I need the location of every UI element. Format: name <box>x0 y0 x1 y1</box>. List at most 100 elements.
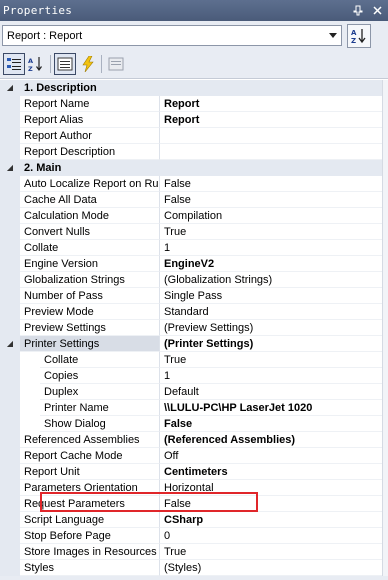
property-value[interactable]: Horizontal <box>160 480 382 496</box>
property-value[interactable]: Single Pass <box>160 288 382 304</box>
scrollbar-track[interactable] <box>382 80 388 580</box>
toolbar-separator <box>101 55 102 73</box>
property-row-printer-settings[interactable]: ◢ Printer Settings (Printer Settings) <box>0 336 382 352</box>
property-name: Referenced Assemblies <box>20 432 160 448</box>
property-row[interactable]: Referenced Assemblies (Referenced Assembl… <box>0 432 382 448</box>
property-name: Report Unit <box>20 464 160 480</box>
property-name: Request Parameters <box>20 496 160 512</box>
property-value[interactable]: (Printer Settings) <box>160 336 382 352</box>
property-value[interactable]: False <box>160 416 382 432</box>
property-name: Copies <box>40 368 160 384</box>
property-value[interactable]: EngineV2 <box>160 256 382 272</box>
property-row[interactable]: Stop Before Page 0 <box>0 528 382 544</box>
property-value[interactable]: 0 <box>160 528 382 544</box>
chevron-down-icon[interactable] <box>325 33 341 38</box>
property-name: Printer Settings <box>20 336 160 352</box>
property-row[interactable]: Report Name Report <box>0 96 382 112</box>
collapse-triangle-icon[interactable]: ◢ <box>0 80 20 96</box>
property-value[interactable]: Standard <box>160 304 382 320</box>
property-value[interactable]: CSharp <box>160 512 382 528</box>
property-name: Script Language <box>20 512 160 528</box>
property-pages-button[interactable] <box>105 53 127 75</box>
property-row[interactable]: Collate True <box>0 352 382 368</box>
categorized-icon <box>7 58 21 70</box>
property-row[interactable]: Preview Mode Standard <box>0 304 382 320</box>
property-row[interactable]: Report Unit Centimeters <box>0 464 382 480</box>
property-value[interactable]: 1 <box>160 368 382 384</box>
property-name: Show Dialog <box>40 416 160 432</box>
property-value[interactable]: False <box>160 176 382 192</box>
property-row[interactable]: Cache All Data False <box>0 192 382 208</box>
property-row[interactable]: Convert Nulls True <box>0 224 382 240</box>
property-name: Convert Nulls <box>20 224 160 240</box>
property-row[interactable]: Request Parameters False <box>0 496 382 512</box>
property-value[interactable]: True <box>160 352 382 368</box>
alphabetical-button[interactable]: A Z <box>25 53 47 75</box>
property-value[interactable]: False <box>160 496 382 512</box>
property-value[interactable]: Default <box>160 384 382 400</box>
property-row[interactable]: Report Cache Mode Off <box>0 448 382 464</box>
property-name: Engine Version <box>20 256 160 272</box>
properties-toolbar: A Z <box>0 50 388 79</box>
property-row[interactable]: Report Author <box>0 128 382 144</box>
sort-az-button[interactable]: A Z <box>347 24 371 48</box>
property-value[interactable]: 1 <box>160 240 382 256</box>
property-value[interactable]: (Preview Settings) <box>160 320 382 336</box>
property-value[interactable]: Report <box>160 112 382 128</box>
property-value[interactable]: Centimeters <box>160 464 382 480</box>
property-row[interactable]: Globalization Strings (Globalization Stri… <box>0 272 382 288</box>
property-name: Parameters Orientation <box>20 480 160 496</box>
property-row[interactable]: Collate 1 <box>0 240 382 256</box>
property-row[interactable]: Auto Localize Report on Run False <box>0 176 382 192</box>
collapse-triangle-icon[interactable]: ◢ <box>0 160 20 176</box>
property-row[interactable]: Styles (Styles) <box>0 560 382 576</box>
property-row[interactable]: Report Alias Report <box>0 112 382 128</box>
property-row[interactable]: Duplex Default <box>0 384 382 400</box>
property-name: Report Author <box>20 128 160 144</box>
property-value[interactable] <box>160 128 382 144</box>
property-value[interactable]: False <box>160 192 382 208</box>
collapse-triangle-icon[interactable]: ◢ <box>6 339 14 348</box>
property-row[interactable]: Printer Name \\LULU-PC\HP LaserJet 1020 <box>0 400 382 416</box>
property-name: Report Cache Mode <box>20 448 160 464</box>
property-value[interactable]: \\LULU-PC\HP LaserJet 1020 <box>160 400 382 416</box>
window-titlebar: Properties <box>0 0 388 21</box>
property-value[interactable]: True <box>160 224 382 240</box>
property-row[interactable]: Store Images in Resources True <box>0 544 382 560</box>
properties-button[interactable] <box>54 53 76 75</box>
property-row[interactable]: Parameters Orientation Horizontal <box>0 480 382 496</box>
property-name: Printer Name <box>40 400 160 416</box>
property-name: Styles <box>20 560 160 576</box>
close-icon[interactable] <box>369 3 385 19</box>
property-row[interactable]: Report Description <box>0 144 382 160</box>
toolbar-separator <box>50 55 51 73</box>
property-row[interactable]: Calculation Mode Compilation <box>0 208 382 224</box>
categorized-button[interactable] <box>3 53 25 75</box>
property-value[interactable]: (Referenced Assemblies) <box>160 432 382 448</box>
property-name: Store Images in Resources <box>20 544 160 560</box>
property-value[interactable]: (Styles) <box>160 560 382 576</box>
property-value[interactable]: Report <box>160 96 382 112</box>
svg-text:A: A <box>351 29 357 37</box>
object-selector-bar: Report : Report A Z <box>0 21 388 50</box>
property-name: Report Description <box>20 144 160 160</box>
property-row[interactable]: Number of Pass Single Pass <box>0 288 382 304</box>
property-row[interactable]: Script Language CSharp <box>0 512 382 528</box>
property-value[interactable]: True <box>160 544 382 560</box>
svg-text:A: A <box>28 57 33 65</box>
property-value[interactable]: (Globalization Strings) <box>160 272 382 288</box>
property-value[interactable] <box>160 144 382 160</box>
object-selector[interactable]: Report : Report <box>2 25 342 46</box>
category-main[interactable]: ◢ 2. Main <box>0 160 382 176</box>
property-value[interactable]: Compilation <box>160 208 382 224</box>
pin-icon[interactable] <box>350 3 366 19</box>
category-description[interactable]: ◢ 1. Description <box>0 80 382 96</box>
property-row[interactable]: Copies 1 <box>0 368 382 384</box>
property-row[interactable]: Engine Version EngineV2 <box>0 256 382 272</box>
property-name: Collate <box>20 240 160 256</box>
property-row[interactable]: Preview Settings (Preview Settings) <box>0 320 382 336</box>
property-pages-icon <box>108 57 124 71</box>
property-row-show-dialog[interactable]: Show Dialog False <box>0 416 382 432</box>
events-button[interactable] <box>77 53 99 75</box>
property-value[interactable]: Off <box>160 448 382 464</box>
